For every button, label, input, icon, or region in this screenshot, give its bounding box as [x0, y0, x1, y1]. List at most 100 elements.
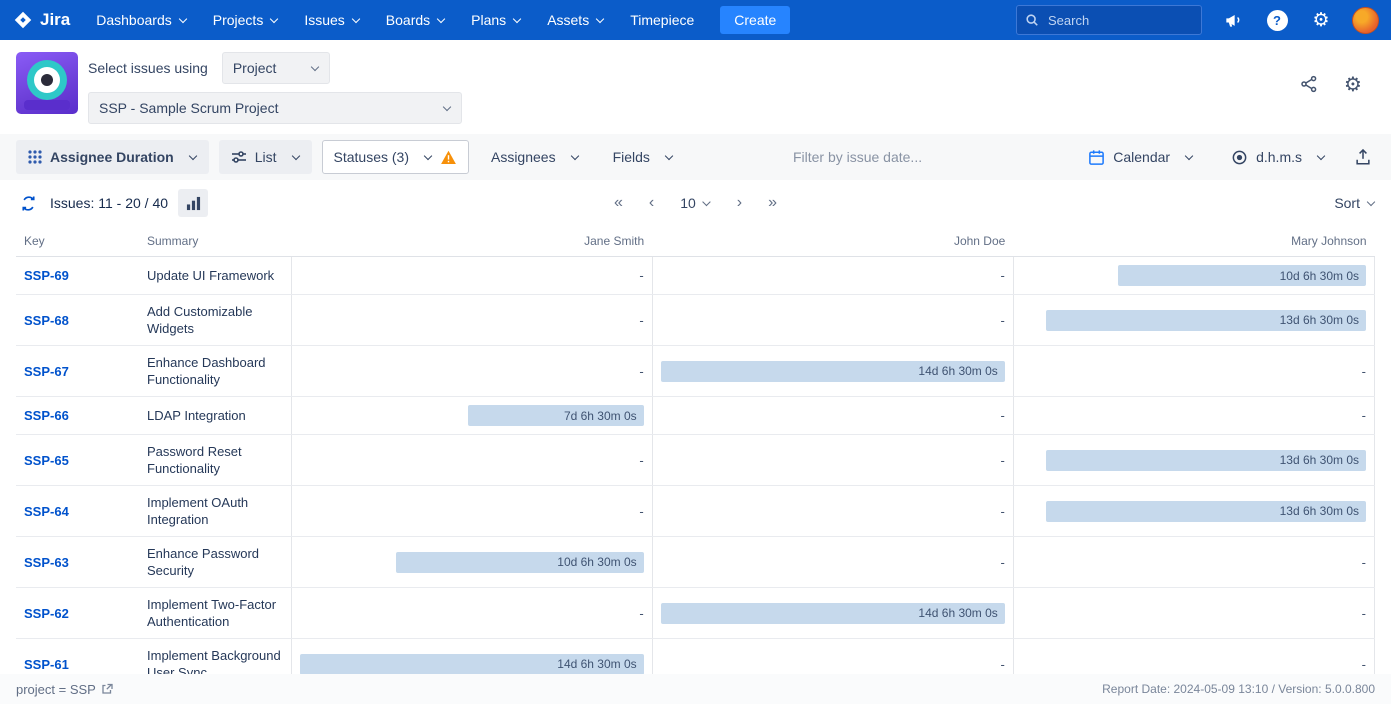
nav-menu-plans[interactable]: Plans — [471, 12, 521, 28]
help-icon[interactable]: ? — [1264, 7, 1290, 33]
chevron-down-icon — [292, 153, 300, 161]
chevron-down-icon — [189, 153, 197, 161]
export-icon[interactable] — [1351, 145, 1375, 169]
empty-duration: - — [300, 313, 644, 328]
nav-menu-projects[interactable]: Projects — [213, 12, 279, 28]
report-date-version: Report Date: 2024-05-09 13:10 / Version:… — [1102, 682, 1375, 696]
fields-dropdown[interactable]: Fields — [601, 140, 685, 174]
create-button[interactable]: Create — [720, 6, 790, 34]
global-search[interactable] — [1016, 5, 1202, 35]
query-link[interactable]: project = SSP — [16, 682, 113, 697]
table-row: SSP-64Implement OAuth Integration--13d 6… — [16, 486, 1375, 537]
issue-key-link[interactable]: SSP-66 — [24, 408, 69, 423]
duration-bar: 14d 6h 30m 0s — [300, 654, 644, 675]
duration-bar: 14d 6h 30m 0s — [661, 603, 1005, 624]
nav-menu-timepiece[interactable]: Timepiece — [630, 12, 694, 28]
report-footer: project = SSP Report Date: 2024-05-09 13… — [0, 674, 1391, 704]
chevron-down-icon — [571, 153, 579, 161]
issue-key-link[interactable]: SSP-67 — [24, 364, 69, 379]
app-root: Jira Dashboards Projects Issues Boards P… — [0, 0, 1391, 704]
sliders-icon — [231, 149, 247, 165]
view-dropdown[interactable]: List — [219, 140, 312, 174]
time-format-dropdown[interactable]: d.h.m.s — [1219, 140, 1337, 174]
table-row: SSP-68Add Customizable Widgets--13d 6h 3… — [16, 295, 1375, 346]
issue-key-link[interactable]: SSP-69 — [24, 268, 69, 283]
column-header-jane-smith: Jane Smith — [291, 226, 652, 257]
header-actions: ⚙ — [1297, 72, 1375, 96]
issue-summary: Update UI Framework — [147, 267, 283, 284]
duration-bar: 7d 6h 30m 0s — [468, 405, 643, 426]
refresh-icon[interactable] — [16, 191, 40, 215]
issue-key-link[interactable]: SSP-62 — [24, 606, 69, 621]
issue-key-link[interactable]: SSP-68 — [24, 313, 69, 328]
page-size-dropdown[interactable]: 10 — [680, 195, 711, 211]
empty-duration: - — [300, 606, 644, 621]
empty-duration: - — [300, 364, 644, 379]
search-icon — [1025, 13, 1039, 27]
project-dropdown[interactable]: SSP - Sample Scrum Project — [88, 92, 462, 124]
empty-duration: - — [661, 453, 1005, 468]
pagination-next-button[interactable]: › — [737, 194, 742, 212]
issue-key-link[interactable]: SSP-65 — [24, 453, 69, 468]
report-header: Select issues using Project SSP - Sample… — [0, 40, 1391, 134]
chevron-down-icon — [270, 16, 278, 24]
chevron-down-icon — [596, 16, 604, 24]
issue-key-link[interactable]: SSP-61 — [24, 657, 69, 672]
issues-count-label: Issues: 11 - 20 / 40 — [50, 195, 168, 211]
report-type-dropdown[interactable]: Assignee Duration — [16, 140, 209, 174]
issue-date-filter-input[interactable] — [791, 148, 1025, 166]
duration-label: 10d 6h 30m 0s — [557, 555, 636, 569]
empty-duration: - — [300, 268, 644, 283]
results-bar: Issues: 11 - 20 / 40 « ‹ 10 › » Sort — [0, 180, 1391, 226]
empty-duration: - — [1022, 364, 1366, 379]
chevron-down-icon — [1317, 153, 1325, 161]
duration-label: 13d 6h 30m 0s — [1280, 504, 1359, 518]
assignees-dropdown[interactable]: Assignees — [479, 140, 591, 174]
report-settings-gear-icon[interactable]: ⚙ — [1341, 72, 1365, 96]
issue-summary: Password Reset Functionality — [147, 443, 283, 477]
chevron-down-icon — [179, 16, 187, 24]
brand-name: Jira — [40, 10, 70, 30]
pagination-first-button[interactable]: « — [614, 194, 623, 212]
duration-bar: 10d 6h 30m 0s — [1118, 265, 1366, 286]
nav-menu-dashboards[interactable]: Dashboards — [96, 12, 187, 28]
eye-icon — [1231, 149, 1248, 166]
settings-gear-icon[interactable]: ⚙ — [1308, 7, 1334, 33]
pagination-prev-button[interactable]: ‹ — [649, 194, 654, 212]
issue-key-link[interactable]: SSP-64 — [24, 504, 69, 519]
pagination-last-button[interactable]: » — [768, 194, 777, 212]
duration-label: 7d 6h 30m 0s — [564, 409, 637, 423]
chevron-down-icon — [1367, 199, 1375, 207]
calendar-dropdown[interactable]: Calendar — [1076, 140, 1205, 174]
sort-dropdown[interactable]: Sort — [1334, 195, 1375, 211]
issue-source-dropdown[interactable]: Project — [222, 52, 331, 84]
table-row: SSP-63Enhance Password Security10d 6h 30… — [16, 537, 1375, 588]
nav-menu-assets[interactable]: Assets — [547, 12, 604, 28]
chevron-down-icon — [703, 199, 711, 207]
issues-table-body: SSP-69 Update UI Framework - - 10d 6h 30m 0s… — [16, 257, 1375, 704]
duration-label: 10d 6h 30m 0s — [1280, 269, 1359, 283]
chevron-down-icon — [1185, 153, 1193, 161]
nav-right-group: ? ⚙ — [1016, 5, 1379, 35]
duration-label: 13d 6h 30m 0s — [1280, 313, 1359, 327]
issue-summary: Implement OAuth Integration — [147, 494, 283, 528]
issue-key-link[interactable]: SSP-63 — [24, 555, 69, 570]
statuses-dropdown[interactable]: Statuses (3) — [322, 140, 469, 174]
nav-menu-issues[interactable]: Issues — [304, 12, 359, 28]
announcements-icon[interactable] — [1220, 7, 1246, 33]
empty-duration: - — [661, 555, 1005, 570]
issue-summary: Implement Two-Factor Authentication — [147, 596, 283, 630]
issues-table: Key Summary Jane Smith John Doe Mary Joh… — [16, 226, 1375, 704]
duration-bar: 10d 6h 30m 0s — [396, 552, 644, 573]
nav-menu-boards[interactable]: Boards — [386, 12, 445, 28]
empty-duration: - — [1022, 408, 1366, 423]
share-icon[interactable] — [1297, 72, 1321, 96]
user-avatar[interactable] — [1352, 7, 1379, 34]
chart-view-button[interactable] — [178, 189, 208, 217]
issues-table-wrap: Key Summary Jane Smith John Doe Mary Joh… — [0, 226, 1391, 704]
search-input[interactable] — [1046, 12, 1170, 29]
report-toolbar: Assignee Duration List Statuses (3) — [0, 134, 1391, 180]
jira-logo[interactable]: Jira — [12, 9, 70, 31]
empty-duration: - — [1022, 606, 1366, 621]
table-row: SSP-62 Implement Two-Factor Authenticatio… — [16, 588, 1375, 639]
